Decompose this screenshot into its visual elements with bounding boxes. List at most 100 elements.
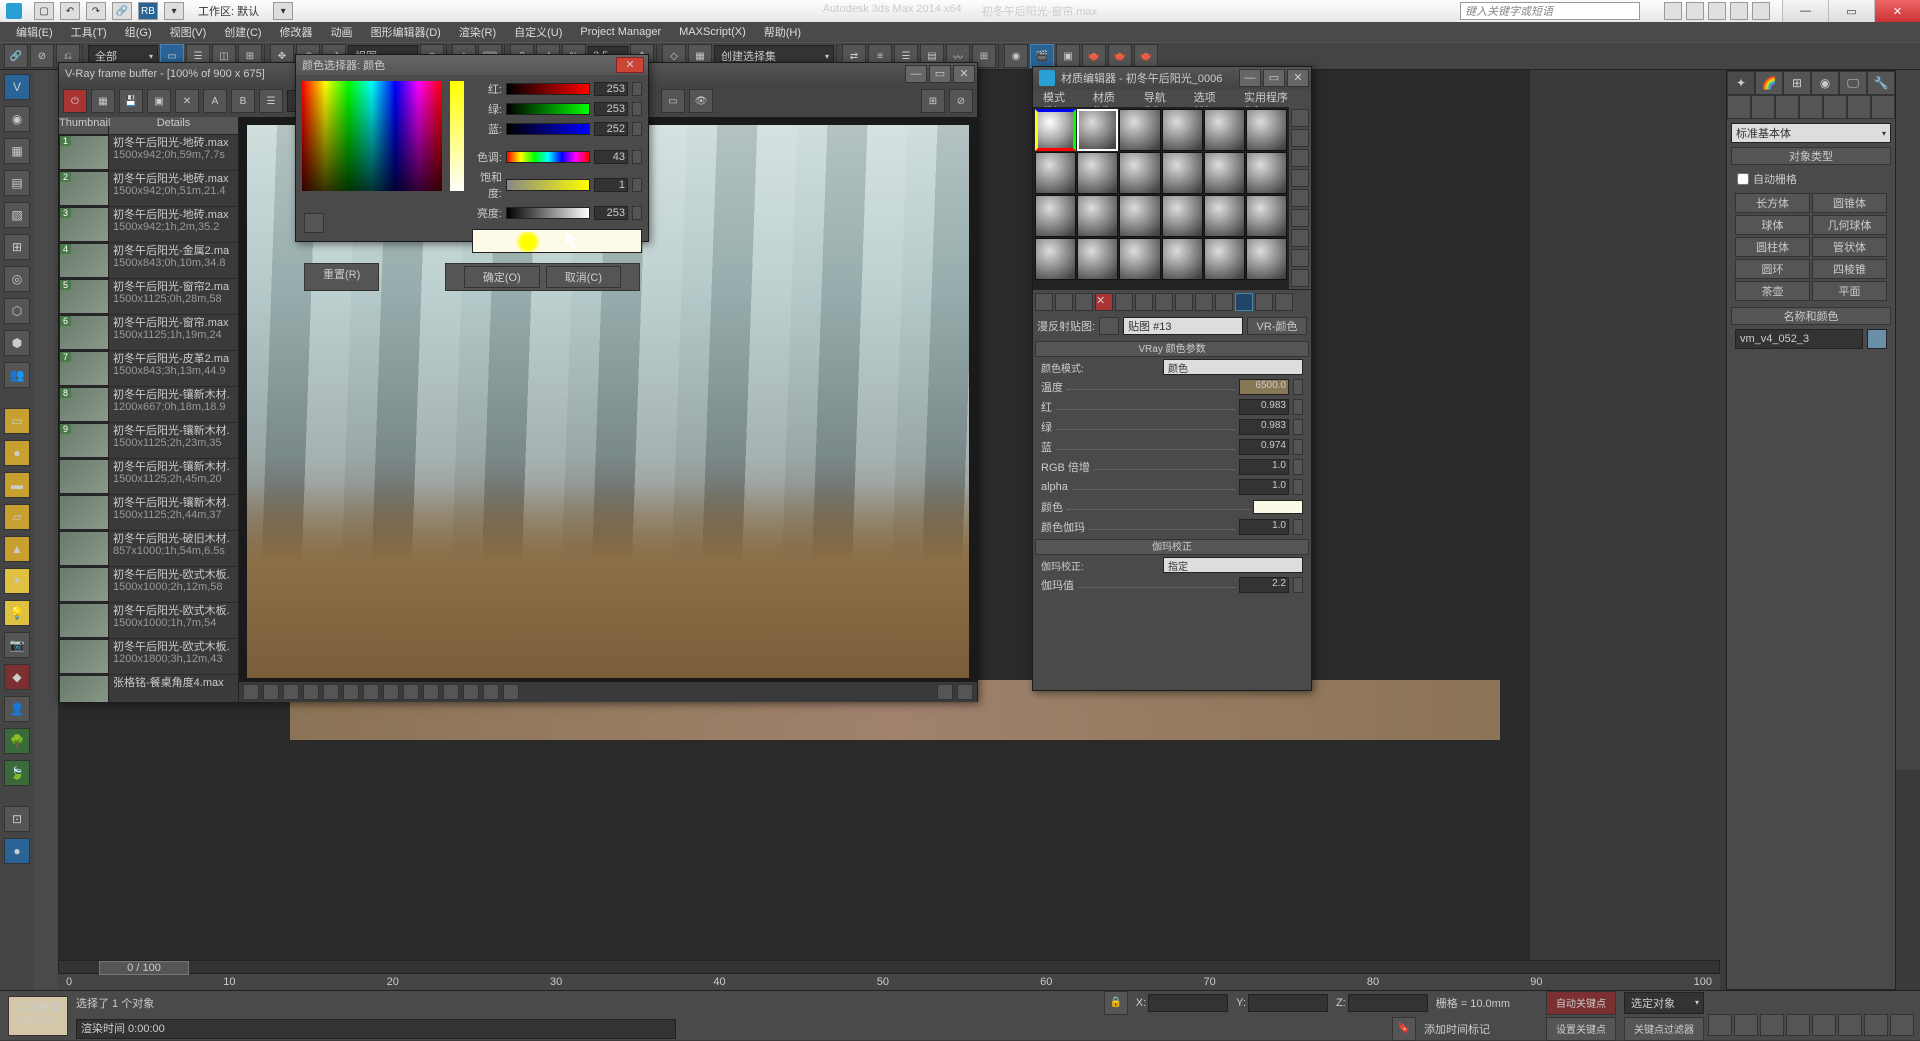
me-color-swatch[interactable]: [1253, 500, 1303, 514]
menu-projectmanager[interactable]: Project Manager: [572, 24, 669, 40]
vfb-f4[interactable]: [303, 684, 319, 700]
ls-icon-c1[interactable]: 📷: [4, 632, 30, 658]
history-row[interactable]: 初冬午后阳光-地砖.max1500x942;0h,51m,21.4: [59, 171, 238, 207]
menu-maxscript[interactable]: MAXScript(X): [671, 24, 754, 40]
red-spin[interactable]: [632, 82, 642, 96]
sat-slider[interactable]: [506, 179, 590, 191]
red-slider[interactable]: [506, 83, 590, 95]
mat-slot-22[interactable]: [1162, 238, 1203, 280]
history-row[interactable]: 初冬午后阳光-欧式木板.1500x1000;1h,7m,54: [59, 603, 238, 639]
ls-plane-icon[interactable]: ▱: [4, 504, 30, 530]
vfb-f16[interactable]: [957, 684, 973, 700]
ls-icon-c4[interactable]: 🌳: [4, 728, 30, 754]
ls-icon-c5[interactable]: 🍃: [4, 760, 30, 786]
ls-icon-d2[interactable]: ●: [4, 838, 30, 864]
history-row[interactable]: 初冬午后阳光-欧式木板.1500x1000;2h,12m,58: [59, 567, 238, 603]
help-icon[interactable]: [1752, 2, 1770, 20]
vfb-stop-icon[interactable]: ⊘: [949, 89, 973, 113]
cp-space-icon[interactable]: [1847, 95, 1871, 119]
me-roll1-header[interactable]: VRay 颜色参数: [1035, 341, 1309, 357]
me-mult-spin[interactable]: [1293, 459, 1303, 475]
me-tool-7[interactable]: [1155, 293, 1173, 311]
history-row[interactable]: 初冬午后阳光-镶新木材.1500x1125;2h,23m,35: [59, 423, 238, 459]
vfb-f2[interactable]: [263, 684, 279, 700]
blue-slider[interactable]: [506, 123, 590, 135]
menu-animation[interactable]: 动画: [323, 22, 361, 42]
mat-slot-3[interactable]: [1119, 109, 1160, 151]
me-side-3[interactable]: [1291, 149, 1309, 167]
mat-slot-23[interactable]: [1204, 238, 1245, 280]
mat-slot-4[interactable]: [1162, 109, 1203, 151]
me-tool-6[interactable]: [1135, 293, 1153, 311]
mat-slot-2[interactable]: [1077, 109, 1118, 151]
cp-modify-tab[interactable]: 🌈: [1755, 71, 1783, 95]
prim-sphere[interactable]: 球体: [1735, 215, 1810, 235]
me-side-4[interactable]: [1291, 169, 1309, 187]
render-icon[interactable]: 🫖: [1082, 44, 1106, 68]
qat-link[interactable]: 🔗: [112, 2, 132, 20]
minimize-button[interactable]: —: [1782, 0, 1828, 22]
me-map-name[interactable]: 贴图 #13: [1123, 317, 1243, 335]
me-menu-util[interactable]: 实用程序(U): [1238, 89, 1307, 107]
vfb-clear-icon[interactable]: ✕: [175, 89, 199, 113]
mat-slot-12[interactable]: [1246, 152, 1287, 194]
history-row[interactable]: 初冬午后阳光-镶新木材.1200x667;0h,18m,18.9: [59, 387, 238, 423]
coord-z-input[interactable]: [1348, 994, 1428, 1012]
cp-system-icon[interactable]: [1871, 95, 1895, 119]
prim-geosphere[interactable]: 几何球体: [1812, 215, 1887, 235]
me-menu-opt[interactable]: 选项(O): [1188, 89, 1236, 107]
menu-help[interactable]: 帮助(H): [756, 22, 809, 42]
ls-icon-8[interactable]: ⬢: [4, 330, 30, 356]
prim-torus[interactable]: 圆环: [1735, 259, 1810, 279]
history-row[interactable]: 初冬午后阳光-窗帘.max1500x1125;1h,19m,24: [59, 315, 238, 351]
unlink-icon[interactable]: ⊘: [30, 44, 54, 68]
history-row[interactable]: 初冬午后阳光-金属2.ma1500x843;0h,10m,34.8: [59, 243, 238, 279]
cp-namecolor-header[interactable]: 名称和颜色: [1731, 307, 1891, 325]
me-tool-delete[interactable]: ✕: [1095, 293, 1113, 311]
cp-shape-icon[interactable]: [1751, 95, 1775, 119]
mat-slot-16[interactable]: [1162, 195, 1203, 237]
cp-motion-tab[interactable]: ◉: [1811, 71, 1839, 95]
favorites-icon[interactable]: [1730, 2, 1748, 20]
mat-slot-7[interactable]: [1035, 152, 1076, 194]
mat-slot-17[interactable]: [1204, 195, 1245, 237]
me-g-val[interactable]: 0.983: [1239, 419, 1289, 435]
ls-icon-4[interactable]: ▧: [4, 202, 30, 228]
vfb-f10[interactable]: [423, 684, 439, 700]
me-cgamma-spin[interactable]: [1293, 519, 1303, 535]
eyedropper-icon[interactable]: [304, 213, 324, 233]
me-g-spin[interactable]: [1293, 419, 1303, 435]
prim-cylinder[interactable]: 圆柱体: [1735, 237, 1810, 257]
me-pick-icon[interactable]: [1099, 317, 1119, 335]
reset-button[interactable]: 重置(R): [304, 263, 379, 291]
vfb-rgb-icon[interactable]: ▦: [91, 89, 115, 113]
me-tool-8[interactable]: [1175, 293, 1193, 311]
cp-camera-icon[interactable]: [1799, 95, 1823, 119]
vfb-save-icon[interactable]: 💾: [119, 89, 143, 113]
qat-more[interactable]: ▾: [164, 2, 184, 20]
me-tool-12[interactable]: [1255, 293, 1273, 311]
add-tag-label[interactable]: 添加时间标记: [1424, 1021, 1490, 1037]
whiteness-slider[interactable]: [450, 81, 464, 191]
cp-utility-tab[interactable]: 🔧: [1867, 71, 1895, 95]
me-b-spin[interactable]: [1293, 439, 1303, 455]
signin-icon[interactable]: [1686, 2, 1704, 20]
me-map-type[interactable]: VR-颜色: [1247, 317, 1307, 335]
nav-pan[interactable]: [1812, 1014, 1836, 1036]
hue-slider[interactable]: [506, 151, 590, 163]
history-row[interactable]: 初冬午后阳光-皮革2.ma1500x843;3h,13m,44.9: [59, 351, 238, 387]
hue-spin[interactable]: [632, 150, 642, 164]
me-max[interactable]: ▭: [1263, 69, 1285, 87]
cp-category-dropdown[interactable]: 标准基本体: [1731, 123, 1891, 143]
me-tool-10[interactable]: [1215, 293, 1233, 311]
ls-icon-7[interactable]: ⬡: [4, 298, 30, 324]
object-name-field[interactable]: vm_v4_052_3: [1735, 329, 1863, 349]
ls-icon-1[interactable]: ◉: [4, 106, 30, 132]
cp-hierarchy-tab[interactable]: ⊞: [1783, 71, 1811, 95]
green-slider[interactable]: [506, 103, 590, 115]
menu-modifiers[interactable]: 修改器: [272, 22, 321, 42]
vfb-f6[interactable]: [343, 684, 359, 700]
mat-slot-5[interactable]: [1204, 109, 1245, 151]
mat-slot-15[interactable]: [1119, 195, 1160, 237]
prim-tube[interactable]: 管状体: [1812, 237, 1887, 257]
